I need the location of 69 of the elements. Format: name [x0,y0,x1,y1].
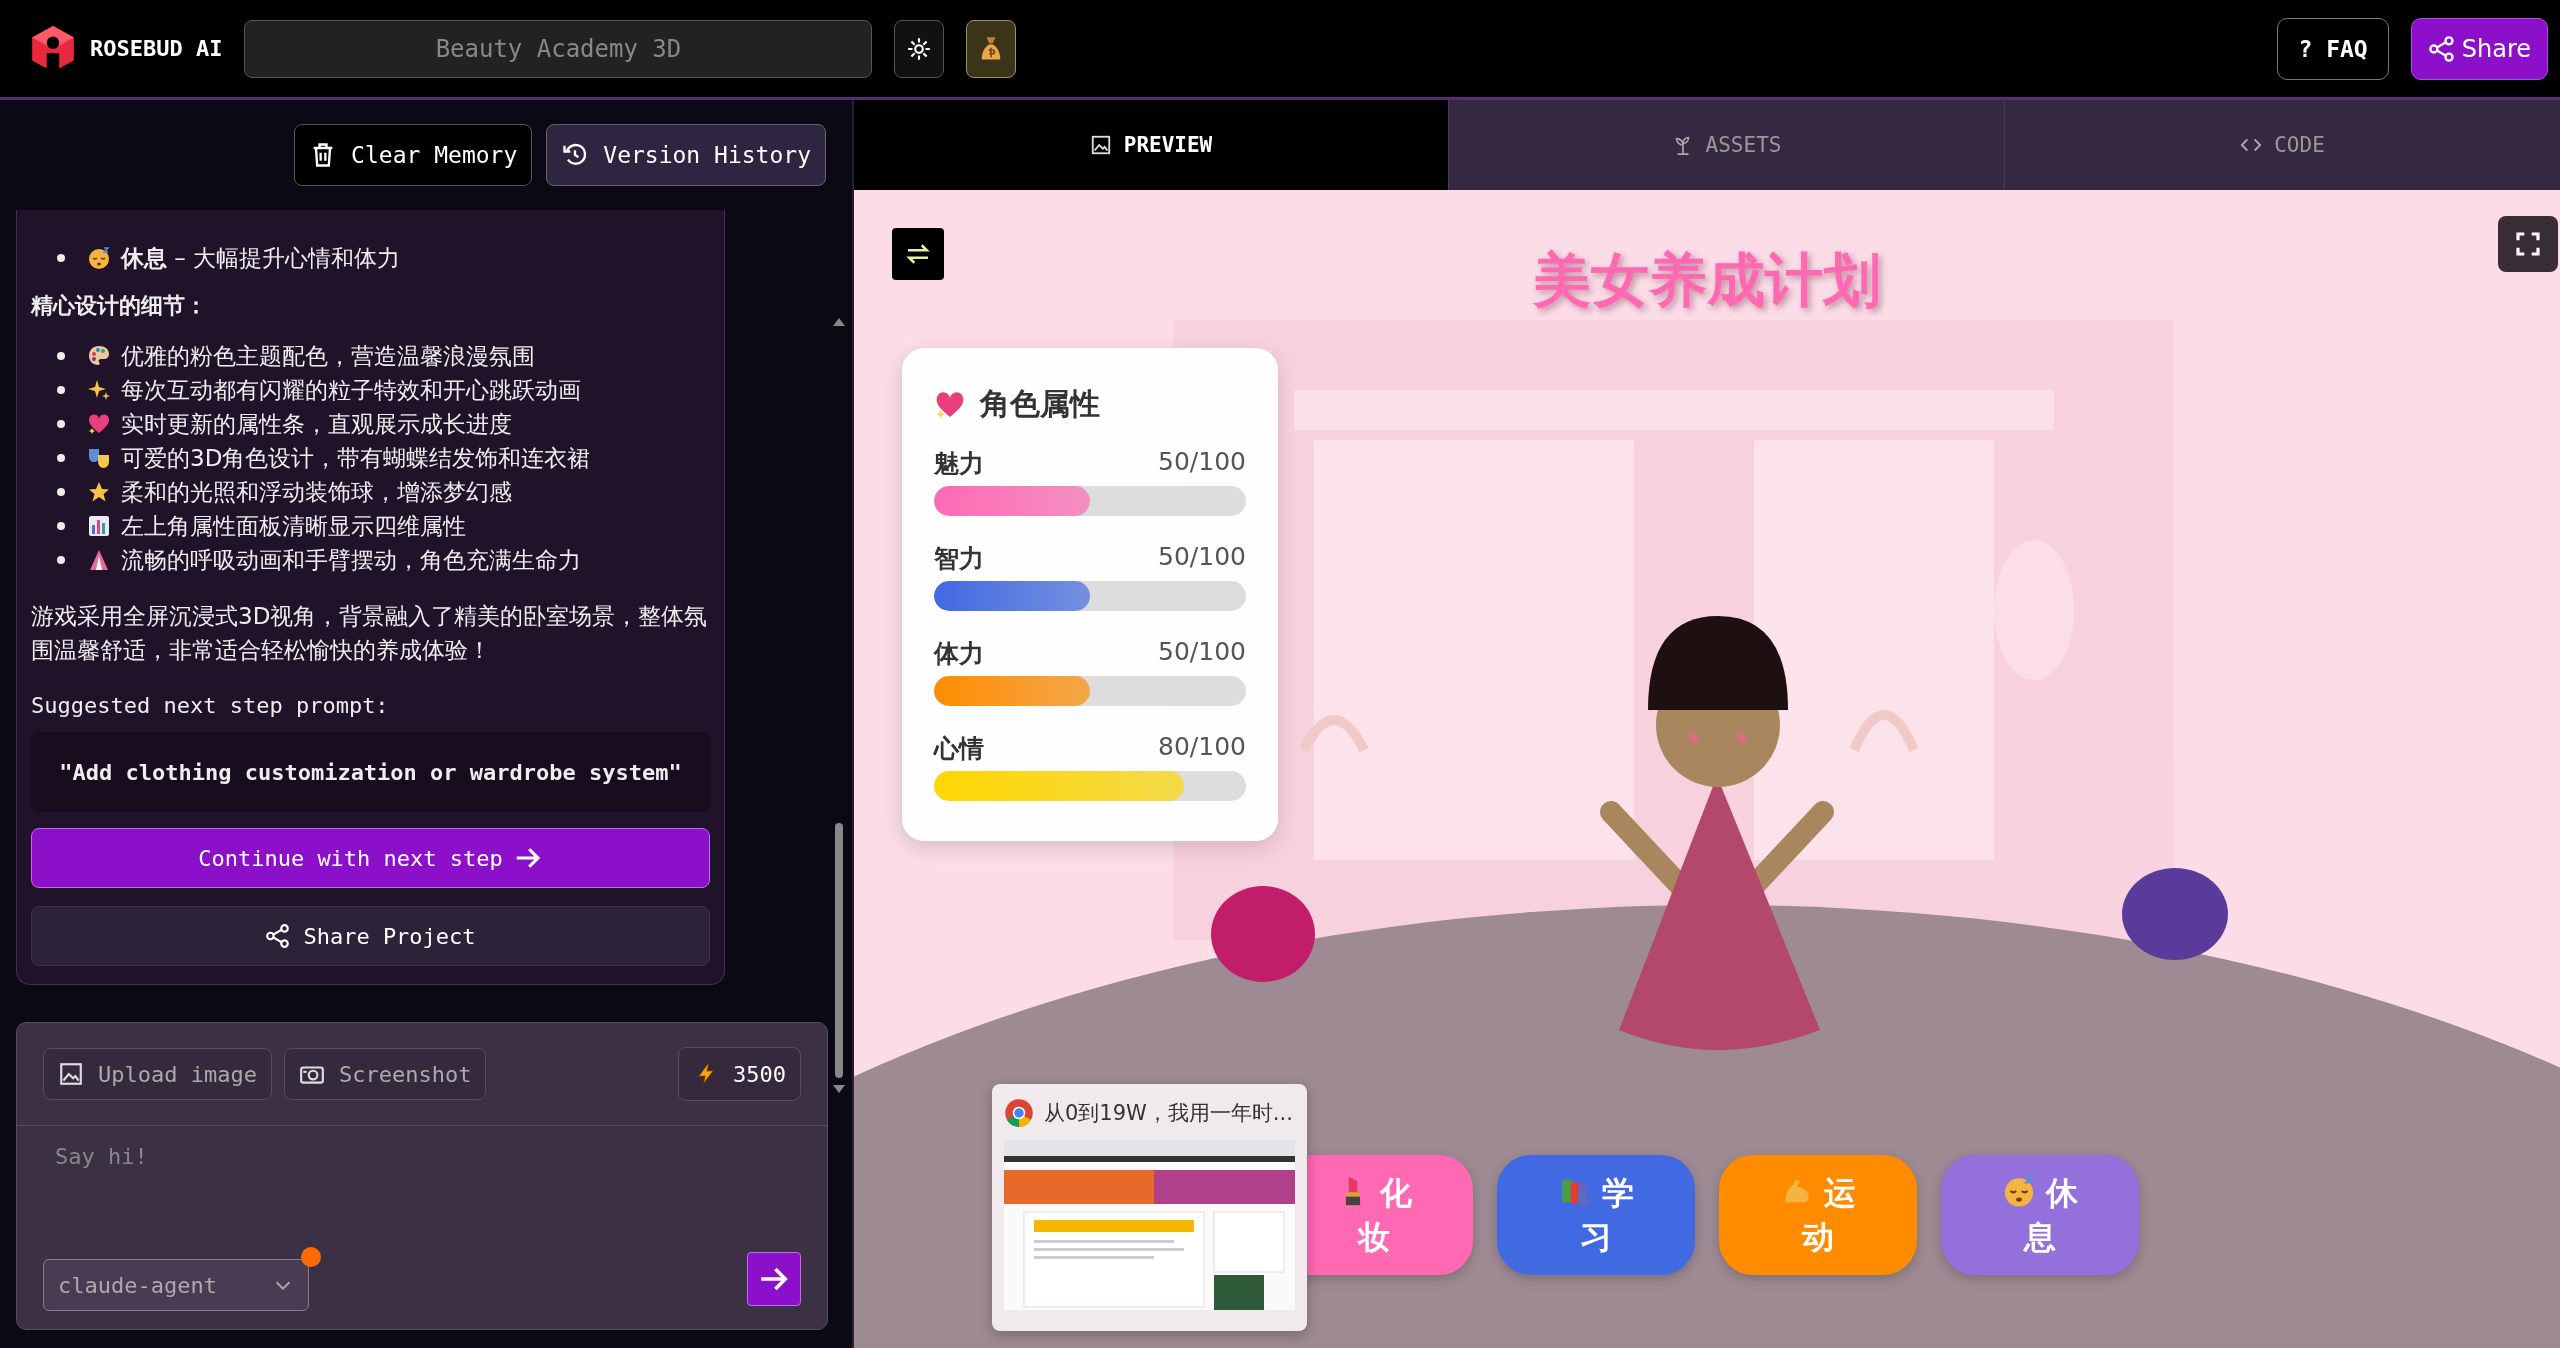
model-select[interactable]: claude-agent [43,1259,309,1311]
upload-image-button[interactable]: Upload image [43,1048,272,1100]
stat-value: 80/100 [1158,732,1246,763]
browser-logo-icon [1004,1098,1034,1128]
image-icon [1089,134,1112,156]
stat-name: 体力 [934,638,984,670]
list-item-text: 每次互动都有闪耀的粒子特效和开心跳跃动画 [121,375,581,405]
money-bag-button[interactable] [966,19,1017,78]
faq-button[interactable]: ? FAQ [2277,17,2389,80]
list-item-text: 柔和的光照和浮动装饰球，增添梦幻感 [121,477,512,507]
summary-paragraph: 游戏采用全屏沉浸式3D视角，背景融入了精美的卧室场景，整体氛围温馨舒适，非常适合轻松愉快的养成体验！ [31,602,709,665]
suggested-prompt: "Add clothing customization or wardrobe system" [31,732,710,812]
palette-icon [87,344,111,368]
version-history-button[interactable]: Version History [546,124,826,186]
share-icon [2427,34,2456,63]
action-button[interactable]: 学习 [1497,1155,1695,1275]
popup-title: 从0到19W，我用一年时... [1044,1100,1293,1127]
bullet-icon [57,352,65,360]
list-item-text: 休息 – 大幅提升心情和体力 [121,243,401,273]
stat-name: 心情 [934,733,984,765]
list-item-text: 流畅的呼吸动画和手臂摆动，角色充满生命力 [121,545,581,575]
stat-value: 50/100 [1158,637,1246,668]
bullet-icon [57,386,65,394]
share-project-button[interactable]: Share Project [31,906,710,966]
bullet-icon [57,522,65,530]
fullscreen-icon [2513,229,2543,259]
list-item-text: 实时更新的属性条，直观展示成长进度 [121,409,512,439]
stat-name: 魅力 [934,448,984,480]
settings-button[interactable] [894,19,945,78]
stat-value: 50/100 [1158,447,1246,478]
swap-button[interactable] [892,228,944,280]
bullet-icon [57,488,65,496]
continue-button[interactable]: Continue with next step [31,828,710,888]
message-input[interactable]: Say hi! [17,1126,827,1247]
bullet-icon [57,454,65,462]
share-icon [265,923,292,949]
section-heading: 精心设计的细节： [31,292,208,320]
stat-value: 50/100 [1158,542,1246,573]
fullscreen-button[interactable] [2498,216,2558,272]
bullet-icon [57,254,65,262]
theater-masks-icon [87,446,111,470]
project-name-field[interactable]: Beauty Academy 3D [244,19,873,78]
bar-chart-icon [87,514,111,538]
list-item-text: 可爱的3D角色设计，带有蝴蝶结发饰和连衣裙 [121,443,591,473]
settings-icon [906,35,933,62]
sleepy-face-icon [2002,1174,2036,1208]
clear-memory-button[interactable]: Clear Memory [294,124,533,186]
heart-icon [87,412,111,436]
send-button[interactable] [747,1252,801,1306]
stat-name: 智力 [934,543,984,575]
tab[interactable]: PREVIEW [854,100,1448,190]
suggestion-label: Suggested next step prompt: [31,693,390,718]
list-item-text: 优雅的粉色主题配色，营造温馨浪漫氛围 [121,341,535,371]
action-button[interactable]: 休息 [1941,1155,2139,1275]
tent-icon [87,548,111,572]
game-title: 美女养成计划 [1531,245,1882,316]
sleepy-face-icon [87,246,111,270]
star-icon [87,480,111,504]
bullet-icon [57,556,65,564]
list-item-text: 左上角属性面板清晰显示四维属性 [121,511,466,541]
bullet-icon [57,420,65,428]
chat-composer[interactable]: Upload image Screenshot 3500 Say hi! claude-agent [16,1022,828,1330]
panel-title: 角色属性 [980,385,1100,423]
credits-badge: 3500 [678,1047,801,1101]
image-icon [58,1061,84,1087]
screenshot-button[interactable]: Screenshot [283,1048,487,1100]
brand-name: ROSEBUD AI [90,36,223,61]
share-button[interactable]: Share [2410,17,2548,80]
scrollbar[interactable] [832,318,846,1093]
